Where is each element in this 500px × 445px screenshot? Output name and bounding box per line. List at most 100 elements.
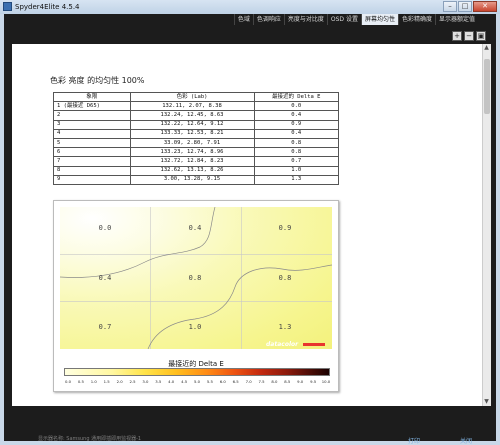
window-title: Spyder4Elite 4.5.4 [15,3,80,11]
table-row: 1 (最接近 D65) 132.11, 2.07, 8.38 0.0 [53,101,340,112]
close-window-button[interactable]: ✕ [473,1,497,12]
table-row: 3 132.22, 12.64, 9.12 0.9 [53,119,340,130]
legend-tick-label: 7.5 [258,379,265,384]
cell-value: 0.0 [98,224,112,232]
display-name-label: 显示器名称: Samsung 通用即插即用监视器-1 [38,436,142,442]
lab-cell: 133.33, 12.53, 8.21 [129,128,255,139]
lab-cell: 3.00, 13.28, 9.15 [129,174,255,185]
legend-tick-label: 10.0 [321,379,331,384]
lab-cell: 132.24, 12.45, 8.63 [129,110,255,121]
print-button[interactable]: 打印 [396,436,432,445]
quadrant-cell: 1 (最接近 D65) [53,101,131,112]
delta-e-cell: 1.0 [253,165,340,176]
legend-tick-label: 1.0 [90,379,97,384]
legend-tick-label: 0.0 [64,379,72,384]
app-icon [3,2,12,11]
tab-tone-response[interactable]: 色调响应 [252,14,284,25]
heatmap-area: 0.0 0.4 0.9 0.4 0.8 0.8 0.7 1.0 1.3 data… [60,207,332,349]
cell-value: 0.9 [278,224,292,232]
col-delta-e: 最接近的 Delta E [253,91,340,103]
search-plus-icon[interactable]: + [452,31,462,41]
report-page: 色彩 亮度 的均匀性 100% 象限 色彩 (Lab) 最接近的 Delta E… [12,44,482,406]
table-row: 8 132.62, 13.13, 8.26 1.0 [53,165,340,176]
table-row: 9 3.00, 13.28, 9.15 1.3 [53,174,340,185]
cell-value: 1.0 [188,323,202,331]
minimize-button[interactable]: – [443,1,457,12]
quadrant-cell: 3 [53,119,131,130]
title-bar: Spyder4Elite 4.5.4 – □ ✕ [0,0,500,14]
tab-color-accuracy[interactable]: 色彩精确度 [397,14,435,25]
search-minus-icon[interactable]: − [464,31,474,41]
scroll-down-icon[interactable]: ▼ [482,398,491,406]
legend-tick-label: 1.5 [103,379,110,384]
tab-brightness-contrast[interactable]: 亮度与对比度 [283,14,327,25]
legend-tick-label: 2.0 [116,379,123,384]
col-color-lab: 色彩 (Lab) [129,91,255,103]
lab-cell: 33.09, 2.80, 7.91 [129,137,255,149]
legend-tick-label: 9.5 [310,379,317,384]
delta-e-cell: 0.4 [253,110,340,121]
quadrant-cell: 9 [53,174,131,185]
cell-value: 0.7 [98,323,112,331]
legend-tick-label: 6.0 [219,379,226,384]
legend-tick-label: 3.0 [142,379,149,384]
page-title: 色彩 亮度 的均匀性 100% [50,76,145,85]
maximize-button[interactable]: □ [458,1,472,12]
tab-screen-uniformity[interactable]: 屏幕均匀性 [360,14,398,25]
delta-e-cell: 0.7 [253,156,340,167]
uniformity-heatmap: 0.0 0.4 0.9 0.4 0.8 0.8 0.7 1.0 1.3 data… [53,200,339,392]
quadrant-cell: 2 [53,110,131,121]
legend-tick-label: 9.0 [297,379,304,384]
legend-tick-label: 3.5 [155,379,162,384]
legend-tick-label: 6.5 [232,379,239,384]
lab-cell: 132.72, 12.84, 8.23 [129,156,255,167]
legend-tick-label: 8.5 [284,379,291,384]
delta-e-cell: 0.9 [253,119,340,130]
cell-value: 1.3 [278,323,292,331]
legend-color-scale [64,368,330,376]
legend-tick-label: 8.0 [271,379,278,384]
quadrant-cell: 7 [53,156,131,167]
quadrant-cell: 4 [53,128,131,139]
scroll-up-icon[interactable]: ▲ [482,44,491,52]
fit-icon[interactable]: ▣ [476,31,486,41]
table-row: 7 132.72, 12.84, 8.23 0.7 [53,156,340,167]
uniformity-table: 象限 色彩 (Lab) 最接近的 Delta E 1 (最接近 D65) 132.… [53,91,340,185]
quadrant-cell: 6 [53,147,131,158]
app-window: Spyder4Elite 4.5.4 – □ ✕ 色域 色调响应 亮度与对比度 … [0,0,500,445]
tab-osd-settings[interactable]: OSD 设置 [326,14,361,25]
lab-cell: 133.23, 12.74, 8.96 [129,147,255,158]
lab-cell: 132.22, 12.64, 9.12 [129,119,255,130]
contour-line-1 [60,207,216,278]
legend-tick-label: 5.5 [206,379,213,384]
tab-display-rating[interactable]: 显示器额定值 [434,14,478,25]
delta-e-cell: 0.0 [253,101,340,112]
delta-e-cell: 0.8 [253,137,340,149]
table-row: 6 133.23, 12.74, 8.96 0.8 [53,147,340,158]
lab-cell: 132.11, 2.07, 8.38 [129,101,255,112]
delta-e-cell: 0.4 [253,128,340,139]
delta-e-cell: 0.8 [253,147,340,158]
legend-tick-label: 2.5 [129,379,136,384]
delta-e-cell: 1.3 [253,174,340,185]
table-row: 2 132.24, 12.45, 8.63 0.4 [53,110,340,121]
lab-cell: 132.62, 13.13, 8.26 [129,165,255,176]
cell-value: 0.8 [188,274,202,282]
legend-tick-label: 4.5 [181,379,188,384]
legend-ticks: 0.0 0.5 1.0 1.5 2.0 2.5 3.0 3.5 4.0 4.5 5.0 5.5 6.0 6… [64,379,330,387]
legend-tick-label: 5.0 [193,379,201,384]
datacolor-logo: datacolor [266,341,299,348]
table-row: 4 133.33, 12.53, 8.21 0.4 [53,128,340,139]
cell-value: 0.4 [98,274,112,282]
close-button[interactable]: 关闭 [448,436,484,445]
report-tabs: 色域 色调响应 亮度与对比度 OSD 设置 屏幕均匀性 色彩精确度 显示器额定值 [233,14,478,25]
datacolor-logo-bar [303,343,325,346]
quadrant-cell: 8 [53,165,131,176]
zoom-toolbar: + − ▣ [450,31,486,41]
scrollbar-thumb[interactable] [484,59,490,114]
legend-tick-label: 4.0 [168,379,175,384]
legend-tick-label: 0.5 [77,379,84,384]
cell-value: 0.4 [188,224,202,232]
legend-tick-label: 7.0 [245,379,252,384]
tab-gamut[interactable]: 色域 [233,14,253,25]
